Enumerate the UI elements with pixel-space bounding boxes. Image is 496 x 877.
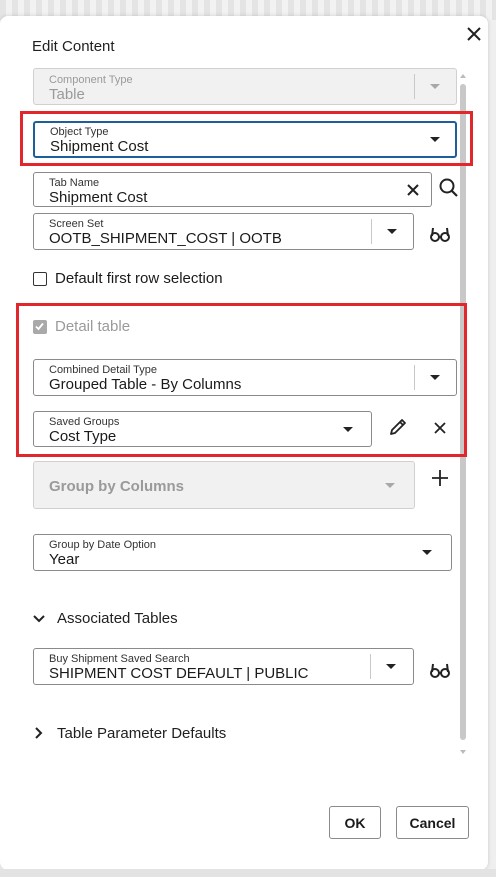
combined-detail-type-value: Grouped Table - By Columns: [49, 376, 242, 393]
buy-shipment-saved-search-value: SHIPMENT COST DEFAULT | PUBLIC: [49, 665, 309, 682]
combined-detail-type-label: Combined Detail Type: [49, 364, 158, 376]
group-by-date-option-label: Group by Date Option: [49, 539, 157, 551]
delete-icon[interactable]: [427, 415, 453, 441]
component-type-value: Table: [49, 86, 85, 103]
group-by-columns-value: Group by Columns: [49, 478, 184, 495]
screen-set-select[interactable]: Screen Set OOTB_SHIPMENT_COST | OOTB: [33, 213, 414, 250]
detail-table-checkbox: [33, 320, 47, 334]
chevron-down-icon: [385, 482, 395, 488]
chevron-right-icon[interactable]: [26, 720, 52, 746]
default-first-row-checkbox[interactable]: [33, 272, 47, 286]
chevron-down-icon: [386, 664, 396, 669]
default-first-row-label: Default first row selection: [55, 270, 223, 287]
group-by-columns-select: Group by Columns: [33, 461, 415, 509]
object-type-value: Shipment Cost: [50, 138, 149, 155]
saved-groups-value: Cost Type: [49, 428, 117, 445]
detail-table-label: Detail table: [55, 318, 131, 335]
background-strip: [0, 869, 496, 877]
associated-tables-heading[interactable]: Associated Tables: [57, 610, 178, 627]
component-type-label: Component Type: [49, 74, 133, 86]
dropdown-button[interactable]: [407, 535, 447, 570]
chevron-down-icon: [422, 550, 432, 555]
cancel-button[interactable]: Cancel: [396, 806, 469, 839]
dropdown-button: [415, 69, 455, 104]
chevron-down-icon: [343, 426, 353, 432]
component-type-select: Component Type Table: [33, 68, 457, 105]
glasses-icon[interactable]: [427, 657, 453, 683]
dropdown-button[interactable]: [372, 214, 412, 249]
dropdown-button[interactable]: [371, 649, 411, 684]
saved-groups-select[interactable]: Saved Groups Cost Type: [33, 411, 372, 447]
chevron-down-icon: [387, 229, 397, 234]
search-icon[interactable]: [436, 175, 462, 201]
tab-name-value: Shipment Cost: [49, 189, 148, 206]
edit-icon[interactable]: [385, 414, 411, 440]
dropdown-button: [370, 462, 410, 508]
combined-detail-type-select[interactable]: Combined Detail Type Grouped Table - By …: [33, 359, 457, 396]
dropdown-button[interactable]: [415, 123, 455, 156]
tab-name-input[interactable]: Tab Name Shipment Cost: [33, 172, 432, 207]
saved-groups-label: Saved Groups: [49, 416, 120, 428]
glasses-icon[interactable]: [427, 221, 453, 247]
buy-shipment-saved-search-select[interactable]: Buy Shipment Saved Search SHIPMENT COST …: [33, 648, 414, 685]
close-icon[interactable]: [462, 22, 486, 46]
chevron-down-icon[interactable]: [26, 606, 52, 632]
dialog-title: Edit Content: [32, 38, 115, 55]
screen-set-label: Screen Set: [49, 218, 104, 230]
chevron-down-icon: [430, 84, 440, 89]
object-type-label: Object Type: [50, 126, 109, 138]
group-by-date-option-select[interactable]: Group by Date Option Year: [33, 534, 452, 571]
dropdown-button[interactable]: [415, 360, 455, 395]
table-parameter-defaults-heading[interactable]: Table Parameter Defaults: [57, 725, 226, 742]
object-type-select[interactable]: Object Type Shipment Cost: [33, 121, 457, 158]
add-icon[interactable]: [427, 465, 453, 491]
chevron-down-icon: [430, 137, 440, 142]
group-by-date-option-value: Year: [49, 551, 80, 568]
dropdown-button[interactable]: [328, 412, 368, 446]
tab-name-label: Tab Name: [49, 177, 100, 189]
ok-button[interactable]: OK: [329, 806, 381, 839]
screen-set-value: OOTB_SHIPMENT_COST | OOTB: [49, 230, 282, 247]
chevron-down-icon: [430, 375, 440, 380]
buy-shipment-saved-search-label: Buy Shipment Saved Search: [49, 653, 190, 665]
clear-icon[interactable]: [400, 177, 426, 203]
